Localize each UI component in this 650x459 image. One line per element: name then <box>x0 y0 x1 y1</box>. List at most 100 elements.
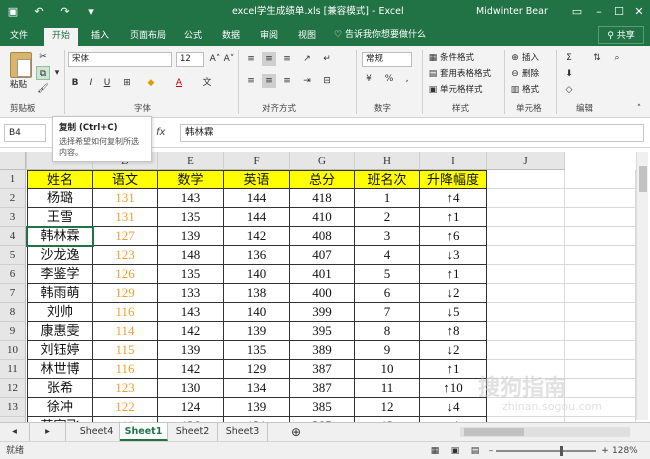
redo-icon[interactable]: ↷ <box>56 0 74 24</box>
font-size-select[interactable]: 12 <box>176 52 204 67</box>
cell-english[interactable]: 140 <box>224 303 290 322</box>
empty-cell[interactable] <box>565 322 636 341</box>
cell-change[interactable]: ↑1 <box>420 360 487 379</box>
cell-change[interactable]: ↑10 <box>420 379 487 398</box>
cell-total[interactable]: 408 <box>290 227 355 246</box>
formula-input[interactable]: 韩林霖 <box>180 124 644 142</box>
align-center-icon[interactable]: ≡ <box>262 74 276 88</box>
header-cell-math[interactable]: 数学 <box>158 170 224 189</box>
cell-change[interactable]: ↓4 <box>420 398 487 417</box>
fill-icon[interactable]: ⬇ <box>562 67 576 81</box>
align-bottom-icon[interactable]: ≡ <box>280 52 294 66</box>
align-top-icon[interactable]: ≡ <box>244 52 258 66</box>
empty-cell[interactable] <box>487 170 565 189</box>
prev-sheet-icon[interactable]: ◂ <box>0 423 30 441</box>
cell-english[interactable]: 136 <box>224 246 290 265</box>
row-header[interactable]: 7 <box>0 284 26 303</box>
empty-cell[interactable] <box>565 246 636 265</box>
font-color-icon[interactable]: A <box>172 76 186 90</box>
row-header[interactable]: 11 <box>0 360 26 379</box>
empty-cell[interactable] <box>487 246 565 265</box>
cell-change[interactable]: ↑4 <box>420 189 487 208</box>
cell-chinese[interactable]: 123 <box>93 379 158 398</box>
fill-color-icon[interactable]: ◆ <box>144 76 158 90</box>
sheet-tab[interactable]: Sheet2 <box>168 423 218 441</box>
cell-total[interactable]: 387 <box>290 360 355 379</box>
cell-chinese[interactable]: 131 <box>93 208 158 227</box>
cell-name[interactable]: 刘帅 <box>27 303 93 322</box>
cell-english[interactable]: 135 <box>224 341 290 360</box>
cell-math[interactable]: 130 <box>158 379 224 398</box>
cell-english[interactable]: 139 <box>224 398 290 417</box>
delete-cells-button[interactable]: 删除 <box>522 67 539 81</box>
cell-chinese[interactable]: 129 <box>93 284 158 303</box>
header-cell-total[interactable]: 总分 <box>290 170 355 189</box>
cell-math[interactable]: 124 <box>158 398 224 417</box>
row-header[interactable]: 13 <box>0 398 26 417</box>
copy-dropdown-icon[interactable]: ▾ <box>50 66 64 80</box>
empty-cell[interactable] <box>487 303 565 322</box>
cell-total[interactable]: 385 <box>290 398 355 417</box>
empty-cell[interactable] <box>565 284 636 303</box>
comma-icon[interactable]: , <box>400 72 414 86</box>
cell-rank[interactable]: 8 <box>355 322 420 341</box>
cell-name[interactable]: 张希 <box>27 379 93 398</box>
empty-cell[interactable] <box>565 170 636 189</box>
add-sheet-icon[interactable]: ⊕ <box>284 423 308 441</box>
cell-name[interactable]: 李鉴学 <box>27 265 93 284</box>
phonetic-icon[interactable]: 文 <box>200 76 214 90</box>
cell-chinese[interactable]: 116 <box>93 360 158 379</box>
sheet-tab[interactable]: Sheet4 <box>74 423 120 441</box>
cell-name[interactable]: 韩雨萌 <box>27 284 93 303</box>
tab-view[interactable]: 视图 <box>292 26 322 46</box>
cell-math[interactable]: 139 <box>158 341 224 360</box>
cell-change[interactable]: ↓2 <box>420 341 487 360</box>
cell-chinese[interactable]: 114 <box>93 322 158 341</box>
cell-name[interactable]: 沙龙逸 <box>27 246 93 265</box>
tab-insert[interactable]: 插入 <box>84 26 116 46</box>
empty-cell[interactable] <box>487 284 565 303</box>
cell-name[interactable]: 徐冲 <box>27 398 93 417</box>
header-cell-chinese[interactable]: 语文 <box>93 170 158 189</box>
cell-math[interactable]: 143 <box>158 303 224 322</box>
header-cell-english[interactable]: 英语 <box>224 170 290 189</box>
cell-chinese[interactable]: 115 <box>93 341 158 360</box>
tab-page-layout[interactable]: 页面布局 <box>124 26 172 46</box>
empty-cell[interactable] <box>487 208 565 227</box>
cell-name[interactable]: 康惠雯 <box>27 322 93 341</box>
increase-font-icon[interactable]: A˄ <box>208 52 222 66</box>
align-right-icon[interactable]: ≡ <box>280 74 294 88</box>
header-cell-rank[interactable]: 班名次 <box>355 170 420 189</box>
cell-math[interactable]: 143 <box>158 189 224 208</box>
cell-math[interactable]: 135 <box>158 265 224 284</box>
row-header[interactable]: 12 <box>0 379 26 398</box>
cell-rank[interactable]: 5 <box>355 265 420 284</box>
sort-filter-icon[interactable]: ⇅ <box>590 51 604 65</box>
cell-change[interactable]: ↓3 <box>420 246 487 265</box>
empty-cell[interactable] <box>565 360 636 379</box>
maximize-icon[interactable]: ☐ <box>608 0 630 24</box>
column-header[interactable]: I <box>420 152 487 170</box>
conditional-format-button[interactable]: 条件格式 <box>440 51 474 65</box>
cell-total[interactable]: 407 <box>290 246 355 265</box>
cell-rank[interactable]: 4 <box>355 246 420 265</box>
cell-chinese[interactable]: 116 <box>93 303 158 322</box>
merge-icon[interactable]: ⊟ <box>320 74 334 88</box>
row-header[interactable]: 10 <box>0 341 26 360</box>
cell-math[interactable]: 139 <box>158 227 224 246</box>
cell-english[interactable]: 129 <box>224 360 290 379</box>
cell-math[interactable]: 148 <box>158 246 224 265</box>
empty-cell[interactable] <box>487 265 565 284</box>
cell-rank[interactable]: 10 <box>355 360 420 379</box>
cell-style-button[interactable]: 单元格样式 <box>440 83 483 97</box>
save-icon[interactable]: ▣ <box>4 0 22 24</box>
tab-file[interactable]: 文件 <box>4 26 34 46</box>
worksheet-grid[interactable]: DEFGHIJ1姓名语文数学英语总分班名次升降幅度2杨璐131143144418… <box>0 148 650 422</box>
format-cells-button[interactable]: 格式 <box>522 83 539 97</box>
cell-total[interactable]: 400 <box>290 284 355 303</box>
row-header[interactable]: 8 <box>0 303 26 322</box>
empty-cell[interactable] <box>565 303 636 322</box>
cell-chinese[interactable]: 126 <box>93 265 158 284</box>
cell-english[interactable]: 140 <box>224 265 290 284</box>
underline-icon[interactable]: U <box>100 76 114 90</box>
